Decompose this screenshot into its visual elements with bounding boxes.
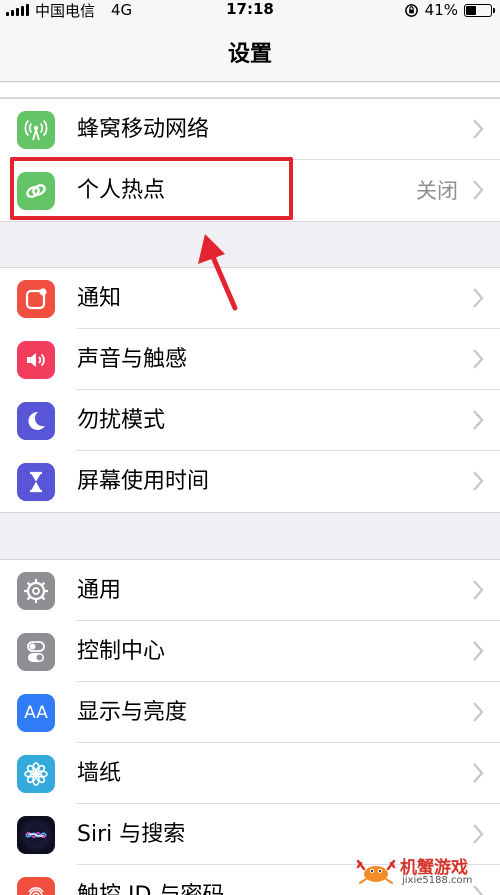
row-label: 通知 bbox=[77, 286, 122, 311]
chevron-right-icon bbox=[473, 119, 484, 139]
antenna-icon bbox=[17, 111, 55, 149]
hotspot-status: 关闭 bbox=[416, 179, 458, 203]
chevron-right-icon bbox=[473, 763, 484, 783]
toggles-icon bbox=[17, 633, 55, 671]
row-sounds[interactable]: 声音与触感 bbox=[0, 329, 500, 390]
text-size-icon: AA bbox=[17, 694, 55, 732]
notification-icon bbox=[17, 280, 55, 318]
status-bar: 中国电信 4G 17:18 41% bbox=[0, 0, 500, 20]
chevron-right-icon bbox=[473, 180, 484, 200]
settings-group-notifications: 通知 声音与触感 勿扰模式 屏幕使用时间 bbox=[0, 267, 500, 513]
chevron-right-icon bbox=[473, 702, 484, 722]
chevron-right-icon bbox=[473, 641, 484, 661]
battery-icon bbox=[464, 3, 495, 17]
row-control-center[interactable]: 控制中心 bbox=[0, 621, 500, 682]
chevron-right-icon bbox=[473, 410, 484, 430]
status-right: 41% bbox=[404, 0, 495, 20]
row-wallpaper[interactable]: 墙纸 bbox=[0, 743, 500, 804]
page-title: 设置 bbox=[227, 42, 272, 67]
rotation-lock-icon bbox=[404, 3, 418, 17]
moon-icon bbox=[17, 402, 55, 440]
battery-percent: 41% bbox=[424, 1, 458, 19]
row-label: 触控 ID 与密码 bbox=[77, 881, 224, 895]
row-cellular[interactable]: 蜂窝移动网络 bbox=[0, 99, 500, 160]
highlight-box bbox=[10, 157, 293, 220]
row-label: 屏幕使用时间 bbox=[77, 469, 210, 494]
navigation-bar: 设置 bbox=[0, 20, 500, 82]
text-size-glyph: AA bbox=[24, 703, 48, 723]
chevron-right-icon bbox=[473, 471, 484, 491]
row-dnd[interactable]: 勿扰模式 bbox=[0, 390, 500, 451]
fingerprint-icon bbox=[17, 877, 55, 895]
row-label: 通用 bbox=[77, 578, 122, 603]
gear-icon bbox=[17, 572, 55, 610]
row-label: 声音与触感 bbox=[77, 347, 188, 372]
red-arrow-icon bbox=[198, 234, 238, 311]
hourglass-icon bbox=[17, 463, 55, 501]
watermark-url: jixie5188.com bbox=[402, 875, 473, 886]
row-notifications[interactable]: 通知 bbox=[0, 268, 500, 329]
watermark: 机蟹游戏 jixie5188.com bbox=[356, 853, 496, 891]
row-label: 墙纸 bbox=[77, 761, 122, 786]
row-display[interactable]: AA 显示与亮度 bbox=[0, 682, 500, 743]
row-screentime[interactable]: 屏幕使用时间 bbox=[0, 451, 500, 512]
row-label: 蜂窝移动网络 bbox=[77, 117, 210, 142]
chevron-right-icon bbox=[473, 580, 484, 600]
chevron-right-icon bbox=[473, 288, 484, 308]
settings-group-general: 通用 控制中心 AA 显示与亮度 墙纸 Siri 与搜索 bbox=[0, 559, 500, 895]
siri-icon bbox=[17, 816, 55, 854]
flower-icon bbox=[17, 755, 55, 793]
row-label: 显示与亮度 bbox=[77, 700, 188, 725]
chevron-right-icon bbox=[473, 824, 484, 844]
crab-logo-icon bbox=[356, 859, 396, 884]
partial-row bbox=[0, 83, 500, 98]
row-label: Siri 与搜索 bbox=[77, 822, 186, 847]
row-general[interactable]: 通用 bbox=[0, 560, 500, 621]
row-label: 勿扰模式 bbox=[77, 408, 166, 433]
row-label: 控制中心 bbox=[77, 639, 166, 664]
speaker-icon bbox=[17, 341, 55, 379]
chevron-right-icon bbox=[473, 349, 484, 369]
